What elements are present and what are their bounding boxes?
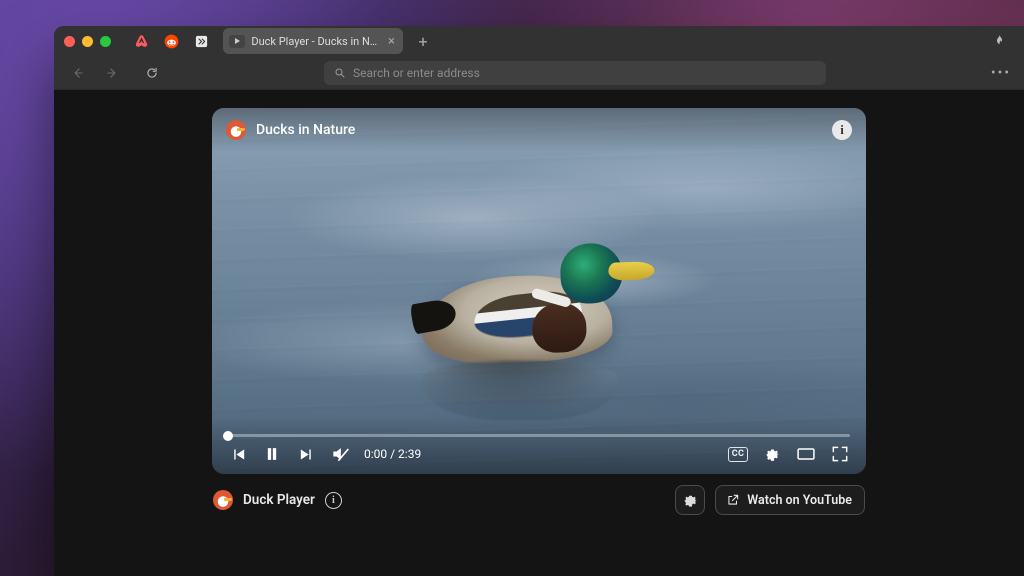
skip-next-icon <box>298 446 315 463</box>
pinned-tab-reddit[interactable] <box>157 29 185 53</box>
browser-window: Duck Player - Ducks in Nature × + ••• <box>54 26 1024 576</box>
duckduckgo-icon <box>226 120 246 140</box>
fullscreen-button[interactable] <box>830 444 850 464</box>
close-window-button[interactable] <box>64 36 75 47</box>
player-settings-button[interactable] <box>762 444 782 464</box>
pinned-tabs <box>127 29 215 53</box>
reddit-icon <box>164 34 179 49</box>
player-header: Ducks in Nature i <box>212 108 866 152</box>
skip-previous-icon <box>230 446 247 463</box>
fire-button[interactable] <box>988 30 1010 52</box>
tab-strip: Duck Player - Ducks in Nature × + <box>54 26 1024 56</box>
duck-illustration <box>422 276 612 362</box>
video-title: Ducks in Nature <box>256 122 355 138</box>
gear-icon <box>682 492 699 509</box>
progress-thumb[interactable] <box>223 431 233 441</box>
pause-icon <box>262 444 282 464</box>
arrow-right-icon <box>105 66 119 80</box>
pause-button[interactable] <box>262 444 282 464</box>
watch-on-youtube-button[interactable]: Watch on YouTube <box>715 485 865 515</box>
gear-icon <box>764 446 781 463</box>
duckduckgo-icon <box>213 490 233 510</box>
back-button[interactable] <box>64 60 92 86</box>
address-input[interactable] <box>353 66 816 80</box>
new-tab-button[interactable]: + <box>411 29 435 53</box>
tab-close-button[interactable]: × <box>388 35 395 48</box>
active-tab[interactable]: Duck Player - Ducks in Nature × <box>223 28 403 54</box>
player-controls: 0:00 / 2:39 CC <box>212 416 866 474</box>
video-info-button[interactable]: i <box>832 120 852 140</box>
mute-button[interactable] <box>330 444 350 464</box>
fullscreen-icon <box>830 444 850 464</box>
fire-icon <box>992 34 1007 49</box>
reload-button[interactable] <box>138 60 166 86</box>
airbnb-icon <box>134 34 149 49</box>
tab-title: Duck Player - Ducks in Nature <box>251 35 382 48</box>
pinned-tab-airbnb[interactable] <box>127 29 155 53</box>
volume-muted-icon <box>330 444 350 464</box>
page-content: Ducks in Nature i <box>54 90 1024 576</box>
panel-info-button[interactable]: i <box>325 492 342 509</box>
address-bar[interactable] <box>324 61 826 85</box>
maximize-window-button[interactable] <box>100 36 111 47</box>
below-player-bar: Duck Player i Watch on YouTube <box>211 474 867 515</box>
theater-icon <box>796 444 816 464</box>
forward-button[interactable] <box>98 60 126 86</box>
reload-icon <box>145 66 159 80</box>
theater-mode-button[interactable] <box>796 444 816 464</box>
panel-settings-button[interactable] <box>675 485 705 515</box>
next-button[interactable] <box>296 444 316 464</box>
pinned-tab-generic[interactable] <box>187 29 215 53</box>
toolbar: ••• <box>54 56 1024 90</box>
watch-on-youtube-label: Watch on YouTube <box>747 493 852 508</box>
video-favicon-icon <box>229 35 245 48</box>
minimize-window-button[interactable] <box>82 36 93 47</box>
previous-button[interactable] <box>228 444 248 464</box>
arrow-left-icon <box>71 66 85 80</box>
window-controls <box>64 36 111 47</box>
search-icon <box>334 67 346 79</box>
time-display: 0:00 / 2:39 <box>364 447 421 461</box>
document-icon <box>194 34 209 49</box>
video-player[interactable]: Ducks in Nature i <box>212 108 866 474</box>
overflow-menu-button[interactable]: ••• <box>988 65 1014 81</box>
captions-button[interactable]: CC <box>728 447 748 462</box>
progress-bar[interactable] <box>228 434 850 437</box>
app-name: Duck Player <box>243 492 315 508</box>
external-link-icon <box>726 493 740 507</box>
